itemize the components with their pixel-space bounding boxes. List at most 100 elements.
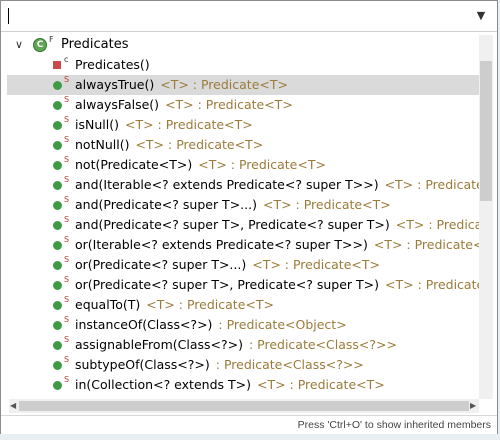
- public-method-icon: [53, 221, 62, 230]
- outline-tree: ∨ C F Predicates c Predicates() SalwaysTru…: [7, 35, 479, 399]
- member-return-type: <T> : Predicate<T>: [146, 297, 274, 312]
- member-return-type: <T> : Predicate<T>: [395, 217, 479, 232]
- member-signature: not(Predicate<T>) <T> : Predicate<T>: [75, 155, 326, 175]
- member-name: or(Predicate<? super T>...): [75, 257, 247, 272]
- public-method-icon: [53, 321, 62, 330]
- member-row[interactable]: Sand(Predicate<? super T>...) <T> : Predi…: [7, 195, 479, 215]
- static-modifier: S: [64, 335, 70, 344]
- member-signature: or(Predicate<? super T>...) <T> : Predica…: [75, 255, 380, 275]
- member-row[interactable]: SinstanceOf(Class<?>) : Predicate<Object>: [7, 315, 479, 335]
- public-method-icon: [53, 81, 62, 90]
- static-modifier: S: [64, 255, 70, 264]
- class-node[interactable]: ∨ C F Predicates: [7, 35, 479, 55]
- text-cursor: [8, 8, 9, 24]
- vertical-scrollbar[interactable]: [479, 35, 493, 399]
- member-name: in(Collection<? extends T>): [75, 377, 251, 392]
- member-return-type: <T> : Predicate<T>: [256, 377, 385, 392]
- static-modifier: S: [64, 175, 70, 184]
- member-signature: or(Predicate<? super T>, Predicate<? sup…: [75, 275, 479, 295]
- constructor-icon: [53, 61, 61, 69]
- member-name: and(Predicate<? super T>, Predicate<? su…: [75, 217, 390, 232]
- static-modifier: S: [64, 275, 70, 284]
- static-modifier: S: [64, 195, 70, 204]
- member-name: subtypeOf(Class<?>): [75, 357, 210, 372]
- member-signature: instanceOf(Class<?>) : Predicate<Object>: [75, 315, 347, 335]
- member-return-type: : Predicate<Object>: [218, 317, 347, 332]
- member-row[interactable]: SalwaysFalse() <T> : Predicate<T>: [7, 95, 479, 115]
- public-method-icon: [53, 241, 62, 250]
- class-label: Predicates: [61, 37, 129, 52]
- member-return-type: : Predicate<Class<?>>: [215, 357, 364, 372]
- member-row[interactable]: c Predicates(): [7, 55, 479, 75]
- static-modifier: S: [64, 375, 70, 384]
- member-row[interactable]: Sor(Predicate<? super T>, Predicate<? su…: [7, 275, 479, 295]
- scroll-left-icon[interactable]: ◀: [10, 401, 16, 410]
- member-signature: in(Collection<? extends T>) <T> : Predica…: [75, 375, 385, 395]
- filter-bar: ▼: [1, 1, 497, 32]
- member-signature: equalTo(T) <T> : Predicate<T>: [75, 295, 274, 315]
- member-row[interactable]: Sor(Iterable<? extends Predicate<? super…: [7, 235, 479, 255]
- member-row[interactable]: SalwaysTrue() <T> : Predicate<T>: [7, 75, 479, 95]
- member-signature: alwaysTrue() <T> : Predicate<T>: [75, 75, 288, 95]
- chevron-down-icon[interactable]: ∨: [15, 35, 27, 55]
- public-method-icon: [53, 121, 62, 130]
- member-name: or(Iterable<? extends Predicate<? super …: [75, 237, 368, 252]
- member-row[interactable]: Sand(Iterable<? extends Predicate<? supe…: [7, 175, 479, 195]
- member-row[interactable]: Sor(Predicate<? super T>...) <T> : Predic…: [7, 255, 479, 275]
- public-method-icon: [53, 261, 62, 270]
- member-signature: and(Predicate<? super T>...) <T> : Predic…: [75, 195, 391, 215]
- member-name: and(Predicate<? super T>...): [75, 197, 257, 212]
- member-signature: assignableFrom(Class<?>) : Predicate<Clas…: [75, 335, 397, 355]
- view-menu-chevron-icon[interactable]: ▼: [473, 9, 489, 23]
- public-method-icon: [53, 281, 62, 290]
- member-name: assignableFrom(Class<?>): [75, 337, 243, 352]
- static-modifier: S: [64, 115, 70, 124]
- member-signature: Predicates(): [75, 55, 150, 75]
- member-row[interactable]: SnotNull() <T> : Predicate<T>: [7, 135, 479, 155]
- member-return-type: <T> : Predicate<T>: [165, 97, 293, 112]
- member-row[interactable]: Sin(Collection<? extends T>) <T> : Predic…: [7, 375, 479, 395]
- member-name: instanceOf(Class<?>): [75, 317, 213, 332]
- member-row[interactable]: SequalTo(T) <T> : Predicate<T>: [7, 295, 479, 315]
- member-return-type: <T> : Predicate<T>: [384, 177, 479, 192]
- horizontal-scrollbar-thumb[interactable]: [19, 401, 469, 411]
- member-row[interactable]: Snot(Predicate<T>) <T> : Predicate<T>: [7, 155, 479, 175]
- member-row[interactable]: SassignableFrom(Class<?>) : Predicate<Cla…: [7, 335, 479, 355]
- member-return-type: : Predicate<Class<?>>: [248, 337, 397, 352]
- public-method-icon: [53, 341, 62, 350]
- static-modifier: S: [64, 315, 70, 324]
- member-name: not(Predicate<T>): [75, 157, 193, 172]
- member-row[interactable]: SisNull() <T> : Predicate<T>: [7, 115, 479, 135]
- member-signature: and(Iterable<? extends Predicate<? super…: [75, 175, 479, 195]
- member-signature: notNull() <T> : Predicate<T>: [75, 135, 263, 155]
- static-modifier: S: [64, 215, 70, 224]
- member-name: alwaysTrue(): [75, 77, 155, 92]
- public-method-icon: [53, 181, 62, 190]
- member-row[interactable]: SsubtypeOf(Class<?>) : Predicate<Class<?>…: [7, 355, 479, 375]
- static-modifier: S: [64, 295, 70, 304]
- static-modifier: S: [64, 355, 70, 364]
- member-return-type: <T> : Predicate<T>: [262, 197, 391, 212]
- member-return-type: <T> : Predicate<T>: [135, 137, 264, 152]
- status-bar: Press 'Ctrl+O' to show inherited members: [1, 415, 497, 434]
- filter-input[interactable]: [5, 5, 467, 27]
- member-row[interactable]: Sand(Predicate<? super T>, Predicate<? s…: [7, 215, 479, 235]
- vertical-scrollbar-thumb[interactable]: [480, 61, 492, 201]
- scroll-right-icon[interactable]: ▶: [470, 401, 476, 410]
- constructor-modifier: c: [64, 55, 69, 64]
- member-name: equalTo(T): [75, 297, 141, 312]
- member-name: and(Iterable<? extends Predicate<? super…: [75, 177, 379, 192]
- public-method-icon: [53, 381, 62, 390]
- member-signature: alwaysFalse() <T> : Predicate<T>: [75, 95, 293, 115]
- member-name: isNull(): [75, 117, 119, 132]
- static-modifier: S: [64, 235, 70, 244]
- member-name: or(Predicate<? super T>, Predicate<? sup…: [75, 277, 380, 292]
- member-name: notNull(): [75, 137, 130, 152]
- member-signature: and(Predicate<? super T>, Predicate<? su…: [75, 215, 479, 235]
- public-method-icon: [53, 141, 62, 150]
- member-return-type: <T> : Predicate<T>: [160, 77, 288, 92]
- horizontal-scrollbar[interactable]: ◀ ▶: [9, 399, 479, 413]
- member-name: alwaysFalse(): [75, 97, 160, 112]
- inherited-members-hint: Press 'Ctrl+O' to show inherited members: [297, 419, 491, 431]
- static-modifier: S: [64, 95, 70, 104]
